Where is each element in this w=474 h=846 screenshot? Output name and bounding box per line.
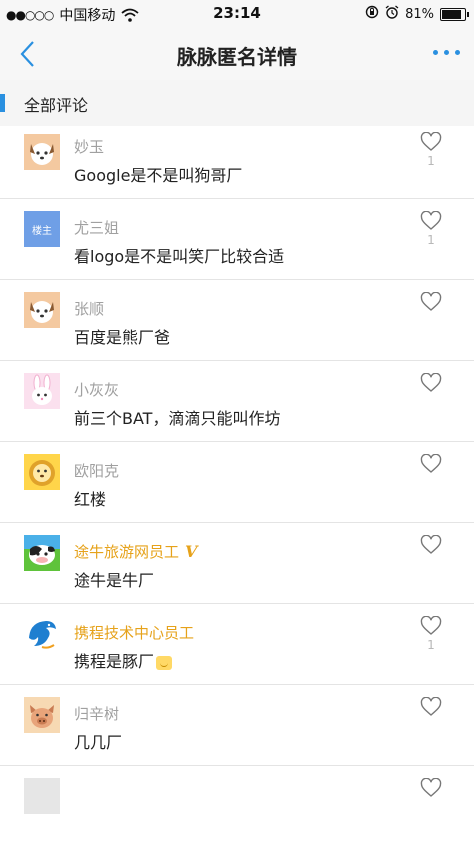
comment-text: 几几厂 — [74, 733, 123, 752]
like-count — [414, 719, 448, 733]
more-dot — [433, 50, 438, 55]
like-count: 1 — [427, 154, 435, 168]
section-title: 全部评论 — [24, 96, 89, 115]
comment-author[interactable]: 尤三姐 — [74, 217, 119, 238]
battery-percent: 81% — [405, 6, 434, 22]
comment-item[interactable]: 欧阳克 红楼 — [0, 442, 474, 523]
heart-icon — [420, 697, 442, 716]
like-button[interactable] — [414, 778, 448, 798]
rotation-lock-icon — [365, 5, 379, 23]
heart-icon — [420, 373, 442, 392]
like-button[interactable] — [414, 373, 448, 409]
nav-bar: 脉脉匿名详情 — [0, 28, 474, 81]
comment-text: 携程是豚厂 — [74, 648, 173, 672]
comment-item[interactable]: 张顺 百度是熊厂爸 — [0, 280, 474, 361]
lion-avatar[interactable] — [24, 454, 60, 490]
more-dot — [444, 50, 449, 55]
heart-icon — [420, 292, 442, 311]
comment-author[interactable]: 途牛旅游网员工 V — [74, 541, 197, 562]
status-bar: ●●○○○ 中国移动 23:14 81% — [0, 0, 474, 28]
like-button[interactable]: 1 — [414, 616, 448, 652]
comment-author[interactable]: 归辛树 — [74, 703, 119, 724]
comment-item-partial[interactable] — [0, 766, 474, 846]
heart-icon — [420, 778, 442, 797]
like-button[interactable] — [414, 697, 448, 733]
like-button[interactable] — [414, 535, 448, 571]
comment-text: 百度是熊厂爸 — [74, 328, 171, 347]
more-dot — [455, 50, 460, 55]
verified-badge: V — [185, 542, 198, 561]
author-name: 途牛旅游网员工 — [74, 543, 180, 561]
comment-item[interactable]: 途牛旅游网员工 V 途牛是牛厂 — [0, 523, 474, 604]
comment-author[interactable]: 张顺 — [74, 298, 104, 319]
status-right: 81% — [365, 5, 469, 23]
comment-item[interactable]: 归辛树 几几厂 — [0, 685, 474, 766]
tuniu-cow-logo[interactable] — [24, 535, 60, 571]
comment-text: 前三个BAT，滴滴只能叫作坊 — [74, 409, 281, 428]
like-count: 1 — [427, 233, 435, 247]
comment-author[interactable]: 携程技术中心员工 — [74, 622, 194, 643]
like-button[interactable] — [414, 292, 448, 328]
comment-item[interactable]: 携程技术中心员工 携程是豚厂 1 — [0, 604, 474, 685]
comment-author[interactable]: 欧阳克 — [74, 460, 119, 481]
rabbit-avatar[interactable] — [24, 373, 60, 409]
comment-text: Google是不是叫狗哥厂 — [74, 166, 243, 185]
comment-text-content: 携程是豚厂 — [74, 652, 155, 671]
smile-emoji-icon — [156, 655, 173, 670]
comment-text: 看logo是不是叫笑厂比较合适 — [74, 247, 285, 266]
dog-avatar[interactable] — [24, 292, 60, 328]
more-options-icon[interactable] — [433, 50, 460, 55]
comment-text: 途牛是牛厂 — [74, 571, 155, 590]
battery-level — [442, 9, 462, 19]
heart-icon — [420, 616, 442, 635]
like-count: 1 — [427, 638, 435, 652]
comment-author[interactable]: 小灰灰 — [74, 379, 119, 400]
comment-author[interactable]: 妙玉 — [74, 136, 104, 157]
like-button[interactable]: 1 — [414, 211, 448, 247]
comment-item[interactable]: 妙玉 Google是不是叫狗哥厂 1 — [0, 126, 474, 199]
section-header: 全部评论 — [0, 80, 474, 127]
like-count — [414, 476, 448, 490]
comment-list[interactable]: 妙玉 Google是不是叫狗哥厂 1 楼主 尤三姐 看logo是不是叫笑厂比较合… — [0, 126, 474, 846]
dog-avatar[interactable] — [24, 134, 60, 170]
like-button[interactable]: 1 — [414, 132, 448, 168]
poster-label: 楼主 — [32, 225, 52, 237]
battery-icon — [440, 7, 469, 21]
poster-avatar[interactable]: 楼主 — [24, 211, 60, 247]
heart-icon — [420, 535, 442, 554]
section-marker — [0, 94, 5, 112]
like-count — [414, 314, 448, 328]
comment-item[interactable]: 楼主 尤三姐 看logo是不是叫笑厂比较合适 1 — [0, 199, 474, 280]
comment-item[interactable]: 小灰灰 前三个BAT，滴滴只能叫作坊 — [0, 361, 474, 442]
alarm-icon — [385, 5, 399, 23]
page-title: 脉脉匿名详情 — [177, 45, 297, 69]
like-button[interactable] — [414, 454, 448, 490]
avatar-placeholder[interactable] — [24, 778, 60, 814]
like-count — [414, 395, 448, 409]
heart-icon — [420, 454, 442, 473]
like-count — [414, 557, 448, 571]
heart-icon — [420, 211, 442, 230]
pig-avatar[interactable] — [24, 697, 60, 733]
heart-icon — [420, 132, 442, 151]
ctrip-dolphin-logo[interactable] — [24, 616, 60, 652]
comment-text: 红楼 — [74, 490, 107, 509]
